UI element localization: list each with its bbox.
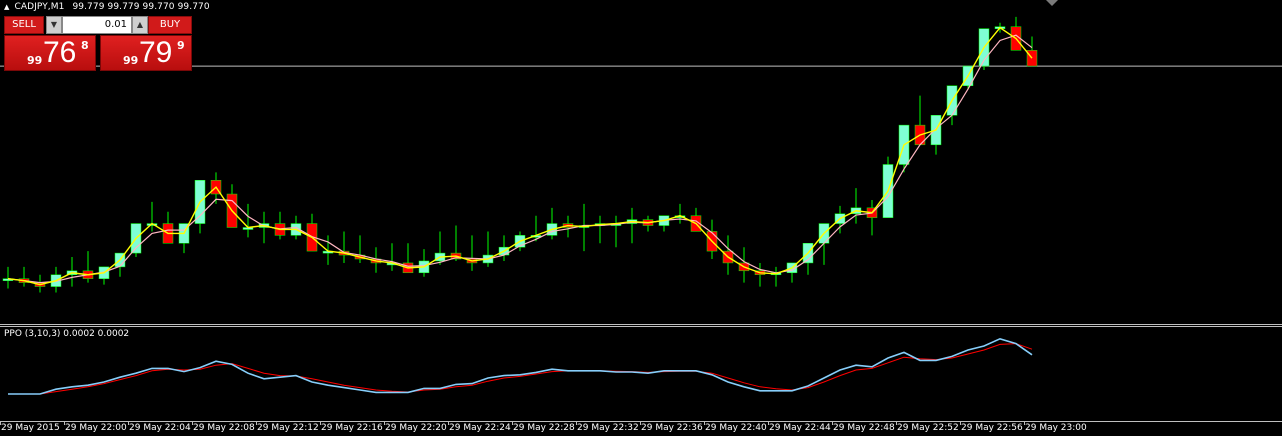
time-tick-label: 29 May 22:20	[385, 423, 447, 433]
triangle-up-icon[interactable]: ▲	[4, 3, 9, 11]
time-tick-label: 29 May 22:48	[833, 423, 895, 433]
time-tick-label: 29 May 22:04	[129, 423, 191, 433]
sell-price-pips: 76	[43, 36, 77, 69]
time-tick-label: 29 May 22:32	[577, 423, 639, 433]
lot-size-input[interactable]: 0.01	[62, 16, 132, 34]
time-tick-label: 29 May 22:52	[897, 423, 959, 433]
time-tick-label: 29 May 22:28	[513, 423, 575, 433]
sell-button[interactable]: SELL	[4, 16, 44, 34]
sell-price-button[interactable]: 99 76 8	[4, 35, 96, 71]
chart-shift-icon[interactable]	[1046, 0, 1058, 6]
buy-price-button[interactable]: 99 79 9	[100, 35, 192, 71]
time-tick-label: 29 May 2015	[1, 423, 60, 433]
time-tick-label: 29 May 22:44	[769, 423, 831, 433]
buy-button[interactable]: BUY	[148, 16, 192, 34]
buy-price-prefix: 99	[123, 54, 139, 67]
sell-price-fraction: 8	[81, 39, 89, 52]
time-tick-label: 29 May 22:24	[449, 423, 511, 433]
time-tick-label: 29 May 23:00	[1025, 423, 1087, 433]
time-tick-label: 29 May 22:12	[257, 423, 319, 433]
ppo-indicator-label: PPO (3,10,3) 0.0002 0.0002	[4, 329, 130, 339]
buy-price-pips: 79	[139, 36, 173, 69]
one-click-trading-panel: SELL ▼ 0.01 ▲ BUY 99 76 8 99 79 9	[4, 16, 192, 71]
chart-header: ▲ CADJPY,M1 99.779 99.779 99.770 99.770	[4, 2, 210, 12]
time-tick-label: 29 May 22:40	[705, 423, 767, 433]
arrow-down-icon[interactable]: ▼	[46, 16, 62, 34]
buy-price-fraction: 9	[177, 39, 185, 52]
time-tick-label: 29 May 22:00	[65, 423, 127, 433]
time-tick-label: 29 May 22:16	[321, 423, 383, 433]
ohlc-label: 99.779 99.779 99.770 99.770	[72, 2, 210, 12]
symbol-label: CADJPY,M1	[14, 2, 65, 12]
arrow-up-icon[interactable]: ▲	[132, 16, 148, 34]
time-tick-label: 29 May 22:56	[961, 423, 1023, 433]
time-tick-label: 29 May 22:36	[641, 423, 703, 433]
chart-area[interactable]	[0, 0, 1282, 436]
time-tick-label: 29 May 22:08	[193, 423, 255, 433]
sell-price-prefix: 99	[27, 54, 43, 67]
slow-ma-line	[7, 34, 1033, 284]
